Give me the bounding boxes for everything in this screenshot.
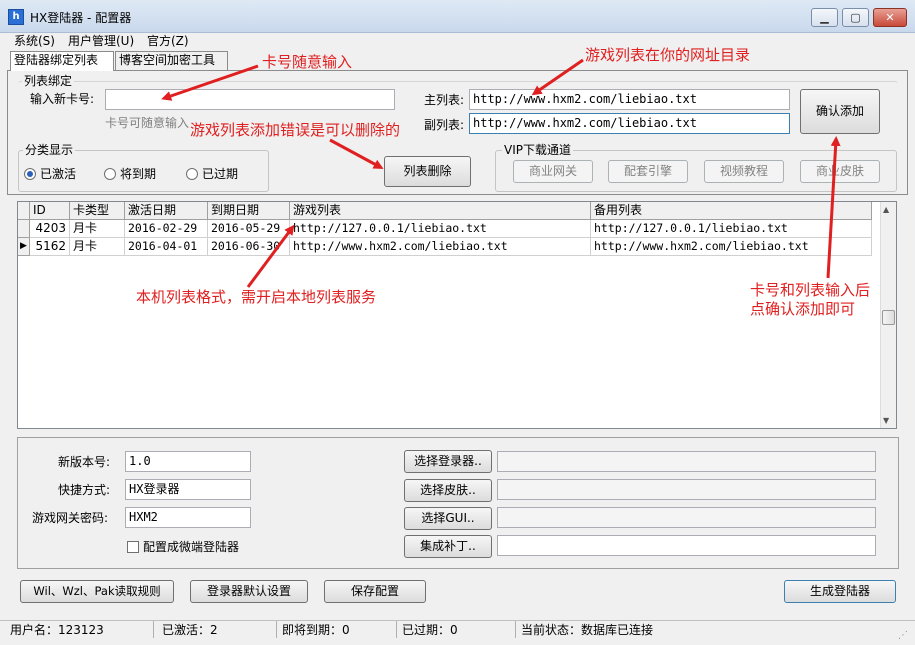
row-header[interactable] <box>18 220 30 238</box>
sub-list-input[interactable]: http://www.hxm2.com/liebiao.txt <box>469 113 790 134</box>
choose-skin-button[interactable]: 选择皮肤.. <box>404 479 492 502</box>
micro-client-checkbox[interactable] <box>127 541 139 553</box>
table-cell-game-list[interactable]: http://www.hxm2.com/liebiao.txt <box>290 238 591 256</box>
status-separator <box>153 621 154 638</box>
status-user: 用户名：123123 <box>10 623 104 637</box>
card-input[interactable] <box>105 89 395 110</box>
radio-expiring-label[interactable]: 将到期 <box>120 166 156 182</box>
skin-path-field[interactable] <box>497 479 876 500</box>
status-expiring: 即将到期：0 <box>282 623 350 637</box>
gui-path-field[interactable] <box>497 507 876 528</box>
table-cell-expire-date[interactable]: 2016-05-29 <box>208 220 290 238</box>
gateway-password-label: 游戏网关密码: <box>32 511 109 525</box>
vip-engine-button[interactable]: 配套引擎 <box>608 160 688 183</box>
status-separator <box>515 621 516 638</box>
shortcut-label: 快捷方式: <box>58 483 111 497</box>
micro-client-label[interactable]: 配置成微端登陆器 <box>143 539 239 555</box>
status-active: 已激活：2 <box>162 623 218 637</box>
table-cell-activate-date[interactable]: 2016-02-29 <box>125 220 208 238</box>
patch-path-field[interactable] <box>497 535 876 556</box>
close-button[interactable]: ✕ <box>873 8 907 27</box>
annotation-list-delete: 游戏列表添加错误是可以删除的 <box>190 121 401 139</box>
menu-official[interactable]: 官方(Z) <box>147 33 189 49</box>
menu-user-management[interactable]: 用户管理(U) <box>68 33 134 49</box>
radio-activated[interactable] <box>24 168 36 180</box>
menu-bar <box>0 33 915 50</box>
table-cell-card-type[interactable]: 月卡 <box>70 238 125 256</box>
main-list-input[interactable]: http://www.hxm2.com/liebiao.txt <box>469 89 790 110</box>
vip-gateway-button[interactable]: 商业网关 <box>513 160 593 183</box>
scroll-thumb[interactable] <box>882 310 895 325</box>
annotation-list-dir: 游戏列表在你的网址目录 <box>585 46 751 64</box>
shortcut-input[interactable]: HX登录器 <box>125 479 251 500</box>
read-rules-button[interactable]: Wil、Wzl、Pak读取规则 <box>20 580 174 603</box>
launcher-path-field[interactable] <box>497 451 876 472</box>
save-config-button[interactable]: 保存配置 <box>324 580 426 603</box>
filter-group-title: 分类显示 <box>23 143 76 157</box>
menu-system[interactable]: 系统(S) <box>14 33 55 49</box>
scroll-down-icon[interactable]: ▼ <box>883 416 889 425</box>
annotation-confirm-hint-2: 点确认添加即可 <box>750 300 856 318</box>
table-cell-id[interactable]: 5162 <box>30 238 70 256</box>
table-cell-expire-date[interactable]: 2016-06-30 <box>208 238 290 256</box>
card-label: 输入新卡号: <box>30 92 95 106</box>
annotation-confirm-hint-1: 卡号和列表输入后 <box>750 281 871 299</box>
list-bind-group-title: 列表绑定 <box>22 74 75 88</box>
radio-expiring[interactable] <box>104 168 116 180</box>
vip-group-title: VIP下载通道 <box>502 143 573 157</box>
confirm-add-button[interactable]: 确认添加 <box>800 89 880 134</box>
generate-launcher-button[interactable]: 生成登陆器 <box>784 580 896 603</box>
version-label: 新版本号: <box>58 455 111 469</box>
table-cell-backup-list[interactable]: http://www.hxm2.com/liebiao.txt <box>591 238 872 256</box>
window-title: HX登陆器 - 配置器 <box>30 11 132 25</box>
choose-launcher-button[interactable]: 选择登录器.. <box>404 450 492 473</box>
column-header-game-list[interactable]: 游戏列表 <box>290 202 591 220</box>
scroll-up-icon[interactable]: ▲ <box>883 205 889 214</box>
resize-grip-icon[interactable]: ⋰ <box>898 630 908 641</box>
annotation-local-format: 本机列表格式，需开启本地列表服务 <box>136 288 377 306</box>
table-cell-backup-list[interactable]: http://127.0.0.1/liebiao.txt <box>591 220 872 238</box>
title-bar[interactable] <box>0 0 915 33</box>
table-cell-activate-date[interactable]: 2016-04-01 <box>125 238 208 256</box>
h-icon: h <box>8 9 24 25</box>
gateway-password-input[interactable]: HXM2 <box>125 507 251 528</box>
status-expired: 已过期：0 <box>402 623 458 637</box>
vip-video-button[interactable]: 视频教程 <box>704 160 784 183</box>
table-cell-id[interactable]: 4203 <box>30 220 70 238</box>
version-input[interactable]: 1.0 <box>125 451 251 472</box>
radio-expired-label[interactable]: 已过期 <box>202 166 238 182</box>
radio-activated-label[interactable]: 已激活 <box>40 166 76 182</box>
maximize-button[interactable]: ▢ <box>842 8 869 27</box>
list-delete-button[interactable]: 列表删除 <box>384 156 471 187</box>
annotation-card-random: 卡号随意输入 <box>262 53 353 71</box>
row-header-corner <box>18 202 30 220</box>
vip-skin-button[interactable]: 商业皮肤 <box>800 160 880 183</box>
sub-list-label: 副列表: <box>424 118 465 132</box>
status-separator <box>396 621 397 638</box>
column-header-expire-date[interactable]: 到期日期 <box>208 202 290 220</box>
integrate-patch-button[interactable]: 集成补丁.. <box>404 535 492 558</box>
status-separator <box>276 621 277 638</box>
current-row-icon[interactable]: ▶ <box>18 238 30 256</box>
tab-bind-list[interactable]: 登陆器绑定列表 <box>10 51 114 71</box>
card-hint: 卡号可随意输入 <box>105 116 190 130</box>
column-header-id[interactable]: ID <box>30 202 70 220</box>
column-header-card-type[interactable]: 卡类型 <box>70 202 125 220</box>
choose-gui-button[interactable]: 选择GUI.. <box>404 507 492 530</box>
main-list-label: 主列表: <box>424 93 465 107</box>
table-cell-game-list[interactable]: http://127.0.0.1/liebiao.txt <box>290 220 591 238</box>
table-cell-card-type[interactable]: 月卡 <box>70 220 125 238</box>
status-connection: 当前状态：数据库已连接 <box>521 623 654 637</box>
column-header-backup-list[interactable]: 备用列表 <box>591 202 872 220</box>
column-header-activate-date[interactable]: 激活日期 <box>125 202 208 220</box>
radio-expired[interactable] <box>186 168 198 180</box>
default-settings-button[interactable]: 登录器默认设置 <box>190 580 308 603</box>
tab-blog-encrypt[interactable]: 博客空间加密工具 <box>115 51 228 70</box>
minimize-button[interactable]: ▁ <box>811 8 838 27</box>
